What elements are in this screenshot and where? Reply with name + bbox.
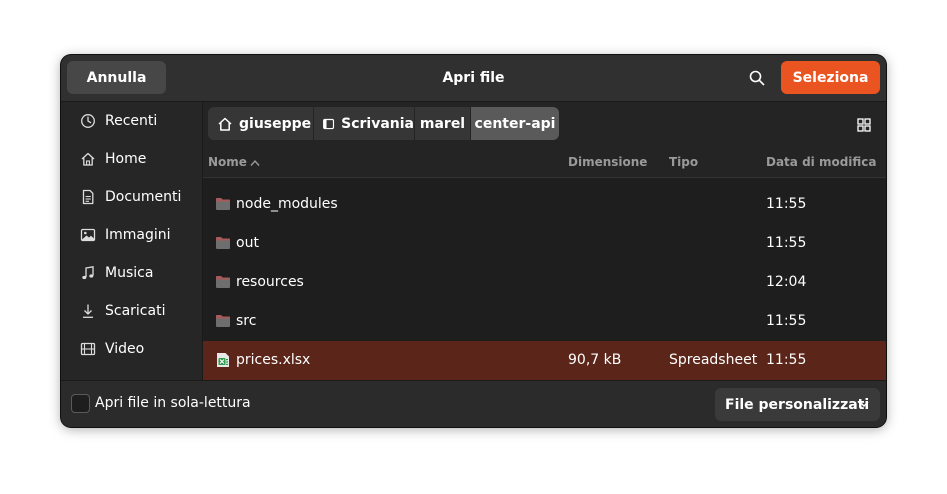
header-bar: Annulla Apri file Seleziona	[61, 55, 886, 102]
file-modified: 11:55	[766, 352, 807, 368]
sidebar-item-downloads[interactable]: Scaricati	[61, 292, 202, 330]
file-chooser-dialog: Annulla Apri file Seleziona Recenti Home	[61, 55, 886, 427]
breadcrumb-label: marel	[419, 115, 466, 132]
breadcrumb-label: Scrivania	[341, 115, 414, 132]
sidebar-item-label: Scaricati	[105, 303, 166, 319]
video-icon	[80, 342, 96, 356]
home-icon	[218, 117, 232, 131]
file-filter-label: File personalizzati	[725, 396, 870, 413]
file-list: node_modules 11:55 out 11:55 resources 1…	[203, 185, 886, 380]
column-header: Nome Dimensione Tipo Data di modifica	[203, 150, 886, 178]
folder-icon	[216, 276, 230, 288]
breadcrumb-label: giuseppe	[239, 115, 312, 132]
sidebar-item-label: Home	[105, 151, 147, 167]
file-size: 90,7 kB	[568, 352, 622, 368]
breadcrumb-giuseppe[interactable]: giuseppe	[208, 107, 313, 140]
sidebar-item-videos[interactable]: Video	[61, 330, 202, 368]
file-modified: 11:55	[766, 313, 807, 329]
search-button[interactable]	[744, 65, 770, 91]
file-filter-dropdown[interactable]: File personalizzati	[715, 388, 880, 421]
breadcrumb-center-api[interactable]: center-api	[471, 107, 559, 140]
file-row[interactable]: src 11:55	[203, 302, 886, 341]
sidebar-item-label: Recenti	[105, 113, 158, 129]
cancel-button[interactable]: Annulla	[67, 61, 166, 94]
download-icon	[83, 304, 93, 318]
document-icon	[82, 189, 94, 205]
spreadsheet-icon	[217, 353, 229, 367]
breadcrumb-label: center-api	[474, 115, 556, 132]
footer-bar: Apri file in sola-lettura File personali…	[61, 380, 886, 427]
breadcrumb-marel[interactable]: marel	[415, 107, 470, 140]
grid-view-icon[interactable]	[856, 117, 872, 133]
folder-icon	[216, 315, 230, 327]
sort-ascending-icon	[250, 159, 260, 166]
column-name-label: Nome	[208, 155, 247, 169]
sidebar-item-label: Video	[105, 341, 145, 357]
file-row[interactable]: out 11:55	[203, 224, 886, 263]
file-name: out	[236, 235, 259, 251]
image-icon	[80, 228, 96, 242]
folder-icon	[216, 237, 230, 249]
file-name: src	[236, 313, 257, 329]
file-name: resources	[236, 274, 304, 290]
desktop-icon	[323, 118, 335, 129]
readonly-checkbox[interactable]	[71, 394, 90, 413]
column-type-header[interactable]: Tipo	[669, 155, 698, 169]
sidebar-item-home[interactable]: Home	[61, 140, 202, 178]
clock-icon	[81, 114, 95, 128]
file-row[interactable]: resources 12:04	[203, 263, 886, 302]
file-modified: 12:04	[766, 274, 807, 290]
folder-icon	[216, 198, 230, 210]
file-modified: 11:55	[766, 235, 807, 251]
sidebar-item-recent[interactable]: Recenti	[61, 102, 202, 140]
sidebar-item-label: Documenti	[105, 189, 182, 205]
column-name-header[interactable]: Nome	[208, 155, 247, 169]
readonly-label[interactable]: Apri file in sola-lettura	[95, 395, 251, 411]
path-bar: giuseppe Scrivania marel center-api	[203, 102, 886, 150]
sidebar-item-images[interactable]: Immagini	[61, 216, 202, 254]
music-icon	[82, 266, 94, 280]
chevron-down-icon	[859, 401, 869, 407]
file-modified: 11:55	[766, 196, 807, 212]
select-button[interactable]: Seleziona	[781, 61, 880, 94]
file-name: node_modules	[236, 196, 338, 212]
column-size-header[interactable]: Dimensione	[568, 155, 647, 169]
search-icon	[749, 70, 765, 86]
breadcrumb-scrivania[interactable]: Scrivania	[314, 107, 414, 140]
file-row-selected[interactable]: prices.xlsx 90,7 kB Spreadsheet 11:55	[203, 341, 886, 380]
file-name: prices.xlsx	[236, 352, 311, 368]
column-modified-header[interactable]: Data di modifica	[766, 155, 877, 169]
file-row[interactable]: node_modules 11:55	[203, 185, 886, 224]
sidebar-item-label: Musica	[105, 265, 154, 281]
home-icon	[81, 152, 95, 166]
places-sidebar: Recenti Home Documenti Immagini Musica S…	[61, 102, 203, 380]
sidebar-item-label: Immagini	[105, 227, 171, 243]
sidebar-item-documents[interactable]: Documenti	[61, 178, 202, 216]
file-type: Spreadsheet	[669, 352, 758, 368]
sidebar-item-music[interactable]: Musica	[61, 254, 202, 292]
